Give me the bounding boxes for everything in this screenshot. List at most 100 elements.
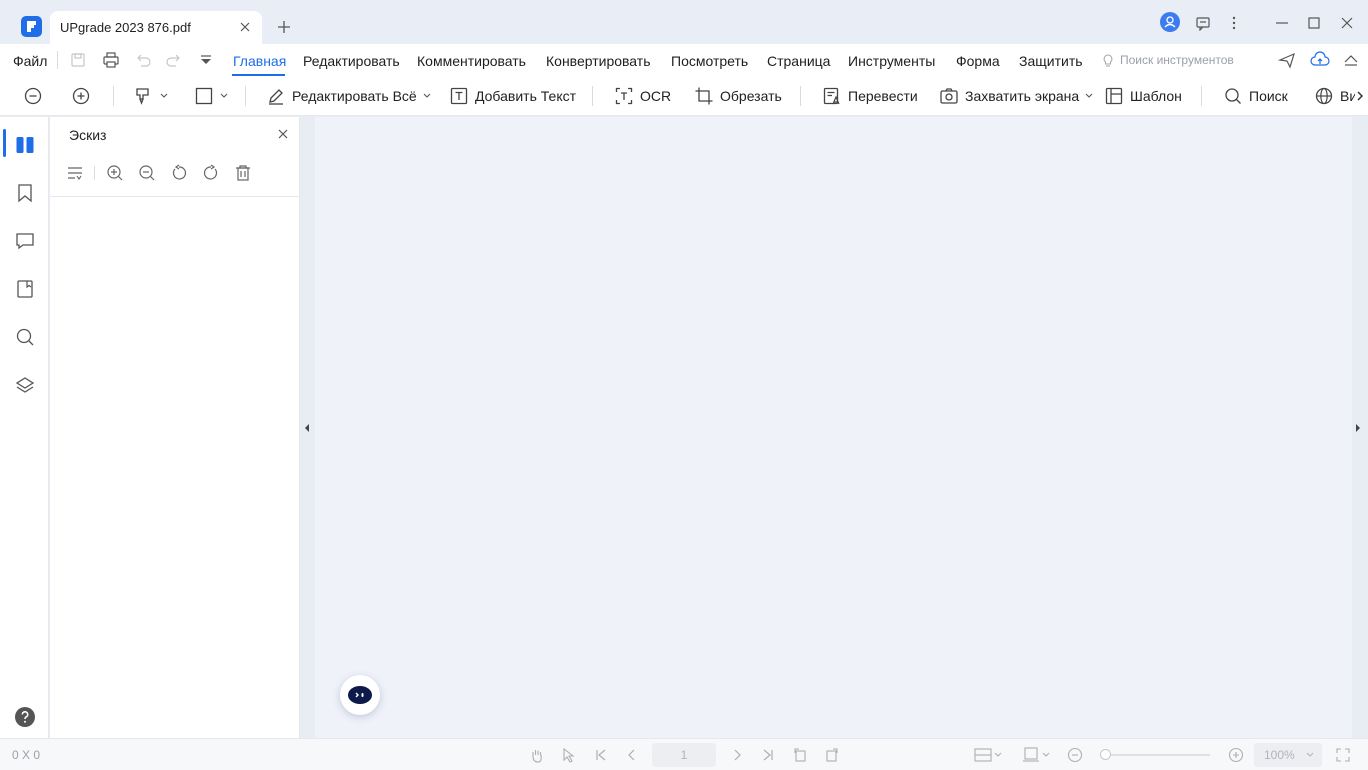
rotate-right-icon[interactable] [202, 164, 220, 182]
layers-icon[interactable] [15, 376, 35, 396]
menu-convert[interactable]: Конвертировать [546, 53, 651, 69]
translate-label: Перевести [848, 88, 918, 104]
attachment-page-icon[interactable] [15, 279, 35, 299]
edit-all-label: Редактировать Всё [292, 88, 417, 104]
menu-file[interactable]: Файл [13, 53, 47, 69]
thumbnails-icon[interactable] [15, 135, 35, 155]
tool-search-field[interactable]: Поиск инструментов [1101, 53, 1234, 67]
delete-trash-icon[interactable] [234, 164, 252, 182]
divider [94, 166, 95, 180]
thumbnail-toolbar [50, 157, 299, 197]
fullscreen-icon[interactable] [1335, 747, 1351, 763]
feedback-message-icon[interactable] [1194, 14, 1212, 32]
highlighter-icon [134, 86, 154, 106]
search-button[interactable]: Поиск [1223, 84, 1288, 108]
hand-tool-icon[interactable] [529, 747, 545, 763]
text-box-icon [449, 86, 469, 106]
search-icon [1223, 86, 1243, 106]
zoom-out-icon[interactable] [138, 164, 156, 182]
close-panel-icon[interactable] [276, 127, 290, 141]
document-viewer-area[interactable] [315, 117, 1352, 738]
first-page-icon[interactable] [593, 747, 609, 763]
zoom-out-icon[interactable] [1067, 747, 1083, 763]
more-options-icon[interactable] [1225, 14, 1243, 32]
panel-title: Эскиз [69, 127, 107, 143]
shape-tool-button[interactable] [194, 84, 228, 108]
undo-icon[interactable] [134, 51, 152, 69]
page-layout-dropdown-icon[interactable] [974, 747, 1004, 763]
maximize-window-icon[interactable] [1305, 14, 1323, 32]
lightbulb-icon [1101, 53, 1115, 67]
cloud-upload-icon[interactable] [1310, 51, 1330, 69]
menu-tools[interactable]: Инструменты [848, 53, 935, 69]
title-bar: UPgrade 2023 876.pdf [0, 0, 1368, 44]
select-cursor-icon[interactable] [561, 747, 577, 763]
zoom-level-select[interactable]: 100% [1254, 743, 1322, 767]
divider [57, 51, 58, 69]
menu-form[interactable]: Форма [956, 53, 1000, 69]
chevron-down-icon [160, 93, 168, 99]
add-text-button[interactable]: Добавить Текст [449, 84, 576, 108]
zoom-slider-handle[interactable] [1100, 749, 1111, 760]
zoom-in-icon[interactable] [106, 164, 124, 182]
redo-icon[interactable] [165, 51, 183, 69]
zoom-in-icon[interactable] [1228, 747, 1244, 763]
previous-page-icon[interactable] [624, 747, 640, 763]
bookmark-icon[interactable] [15, 183, 35, 203]
fit-page-dropdown-icon[interactable] [1022, 747, 1052, 763]
toolbar-scroll-right-icon[interactable] [1355, 90, 1365, 102]
sort-list-icon[interactable] [66, 164, 84, 182]
zoom-in-button[interactable] [71, 84, 91, 108]
rotate-page-right-icon[interactable] [824, 747, 840, 763]
next-page-icon[interactable] [729, 747, 745, 763]
close-window-icon[interactable] [1338, 14, 1356, 32]
collapse-ribbon-icon[interactable] [1342, 51, 1360, 69]
document-tab[interactable]: UPgrade 2023 876.pdf [50, 11, 262, 44]
rectangle-icon [194, 86, 214, 106]
ocr-button[interactable]: OCR [614, 84, 671, 108]
ai-assistant-robot-icon[interactable] [340, 675, 380, 715]
menu-protect[interactable]: Защитить [1019, 53, 1083, 69]
view-button[interactable]: Ви [1314, 84, 1357, 108]
divider [800, 86, 801, 106]
cursor-coordinates: 0 X 0 [12, 748, 41, 762]
chevron-down-icon [1306, 752, 1314, 758]
quick-access-dropdown-icon[interactable] [198, 51, 214, 69]
last-page-icon[interactable] [760, 747, 776, 763]
zoom-out-button[interactable] [23, 84, 43, 108]
template-label: Шаблон [1130, 88, 1182, 104]
screenshot-button[interactable]: Захватить экрана [939, 84, 1093, 108]
menu-home[interactable]: Главная [233, 53, 286, 69]
crop-button[interactable]: Обрезать [694, 84, 782, 108]
rotate-page-left-icon[interactable] [792, 747, 808, 763]
new-tab-plus-icon[interactable] [276, 19, 292, 35]
collapse-left-panel-icon[interactable] [303, 423, 311, 433]
chevron-down-icon [220, 93, 228, 99]
page-number-input[interactable]: 1 [652, 743, 716, 767]
save-icon[interactable] [69, 51, 87, 69]
crop-label: Обрезать [720, 88, 782, 104]
print-icon[interactable] [102, 51, 120, 69]
highlight-tool-button[interactable] [134, 84, 168, 108]
comment-icon[interactable] [15, 231, 35, 251]
menu-page[interactable]: Страница [767, 53, 830, 69]
share-send-icon[interactable] [1278, 51, 1296, 69]
translate-button[interactable]: Перевести [822, 84, 918, 108]
close-tab-icon[interactable] [238, 20, 252, 34]
ocr-scan-icon [614, 86, 634, 106]
side-navigation-rail [0, 117, 49, 738]
help-icon[interactable] [15, 707, 35, 727]
rotate-left-icon[interactable] [170, 164, 188, 182]
menu-edit[interactable]: Редактировать [303, 53, 400, 69]
expand-right-panel-icon[interactable] [1354, 423, 1362, 433]
template-button[interactable]: Шаблон [1104, 84, 1182, 108]
minimize-window-icon[interactable] [1273, 14, 1291, 32]
menu-comment[interactable]: Комментировать [417, 53, 526, 69]
search-icon[interactable] [15, 327, 35, 347]
divider [113, 86, 114, 106]
account-avatar-icon[interactable] [1160, 12, 1180, 32]
zoom-level-value: 100% [1264, 748, 1295, 762]
menu-view[interactable]: Посмотреть [671, 53, 748, 69]
zoom-slider-track[interactable] [1100, 754, 1210, 756]
edit-all-button[interactable]: Редактировать Всё [266, 84, 431, 108]
